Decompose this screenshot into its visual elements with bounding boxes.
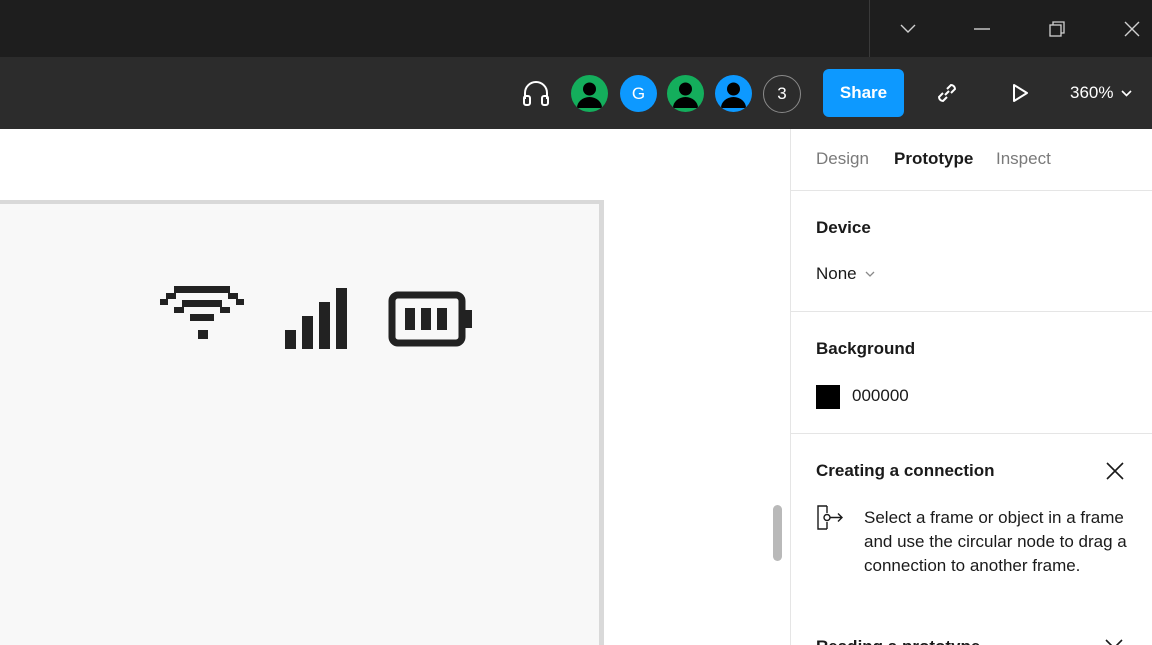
close-icon[interactable] [1105, 639, 1123, 645]
minimize-icon[interactable] [962, 10, 1002, 48]
device-title: Device [816, 218, 871, 237]
status-bar-icons [160, 286, 472, 349]
window-titlebar [0, 0, 1152, 57]
share-button[interactable]: Share [823, 69, 904, 117]
design-canvas[interactable] [0, 129, 790, 645]
tab-inspect[interactable]: Inspect [996, 149, 1051, 169]
connection-description: Select a frame or object in a frame and … [864, 508, 1127, 575]
restore-icon[interactable] [1037, 10, 1077, 48]
close-icon[interactable] [1112, 10, 1152, 48]
headphones-icon[interactable] [518, 77, 554, 109]
user-icon [721, 82, 746, 108]
tab-design[interactable]: Design [816, 149, 869, 169]
link-icon[interactable] [932, 78, 962, 108]
more-users-count[interactable]: 3 [763, 75, 801, 113]
avatar[interactable] [667, 75, 704, 112]
cellular-signal-icon [285, 288, 347, 349]
device-section [791, 191, 1152, 312]
avatar-initial: G [631, 83, 646, 103]
battery-icon [388, 291, 472, 347]
wifi-icon [160, 286, 244, 339]
zoom-dropdown[interactable]: 360% [1070, 79, 1133, 107]
background-title: Background [816, 339, 916, 358]
avatar[interactable] [715, 75, 752, 112]
prototype-frame[interactable] [0, 200, 604, 645]
zoom-level: 360% [1070, 83, 1114, 102]
chevron-down-icon [865, 271, 875, 277]
close-icon[interactable] [1103, 459, 1127, 483]
connection-icon [817, 505, 843, 530]
chevron-down-icon [1121, 89, 1133, 97]
connection-title: Creating a connection [816, 461, 995, 480]
titlebar-divider [869, 0, 870, 57]
background-color-swatch[interactable] [816, 385, 840, 409]
play-icon[interactable] [1007, 80, 1033, 106]
background-color-value[interactable]: 000000 [852, 386, 909, 406]
panel-tabs: Design Prototype Inspect [791, 129, 1152, 191]
avatar[interactable]: G [620, 75, 657, 112]
background-section [791, 312, 1152, 434]
user-icon [673, 82, 698, 108]
tab-prototype[interactable]: Prototype [894, 149, 973, 169]
avatar[interactable] [571, 75, 608, 112]
chevron-down-icon[interactable] [888, 10, 928, 48]
reading-prototype-title: Reading a prototype [816, 637, 980, 645]
canvas-scrollbar[interactable] [773, 505, 782, 561]
device-value: None [816, 264, 857, 283]
editor-toolbar: G 3 Share 360% [0, 57, 1152, 129]
properties-panel: Design Prototype Inspect Device None Bac… [790, 129, 1152, 645]
device-dropdown[interactable]: None [816, 264, 875, 284]
user-icon [577, 82, 602, 108]
